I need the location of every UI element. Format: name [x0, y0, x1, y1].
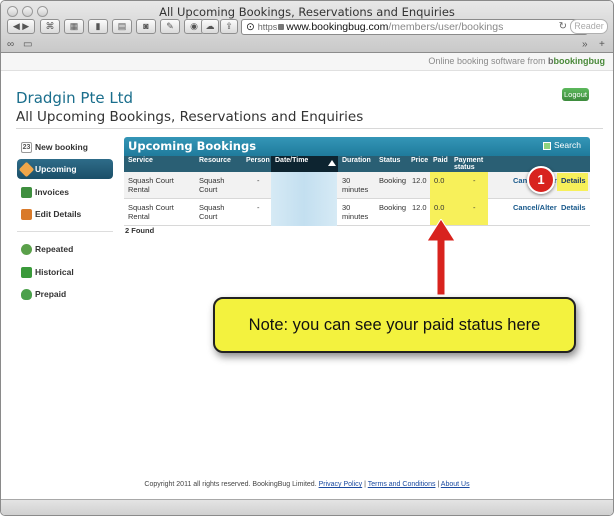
reading-list-icon[interactable]: ∞: [7, 39, 14, 50]
browser-window: All Upcoming Bookings, Reservations and …: [0, 0, 614, 516]
sidebar-item-label: Historical: [35, 267, 74, 277]
column-header-paid[interactable]: Paid: [433, 157, 448, 164]
search-icon: [543, 141, 551, 150]
privacy-policy-link[interactable]: Privacy Policy: [319, 481, 363, 488]
column-header-status[interactable]: Status: [379, 157, 400, 164]
callout-note: Note: you can see your paid status here: [213, 297, 576, 353]
cell-person: -: [257, 203, 260, 212]
sidebar-divider: [17, 231, 113, 232]
repeat-icon: [21, 244, 32, 256]
column-header-duration[interactable]: Duration: [342, 157, 371, 164]
panel-title: Upcoming Bookings: [128, 139, 257, 153]
cell-resource: Squash Court: [199, 176, 225, 194]
url-path: /members/user/bookings: [388, 21, 504, 33]
search-button[interactable]: Search: [543, 140, 581, 150]
about-us-link[interactable]: About Us: [441, 481, 470, 488]
tagline: Online booking software from: [428, 56, 546, 66]
screenshot-icon[interactable]: ◙: [136, 19, 156, 34]
history-icon: [21, 267, 32, 279]
cell-paid: 0.0: [434, 176, 445, 185]
redacted-datetime: [271, 172, 337, 199]
cell-payment-status: -: [473, 203, 476, 212]
company-name: Dradgin Pte Ltd: [16, 89, 134, 107]
results-count: 2 Found: [125, 226, 155, 235]
terms-link[interactable]: Terms and Conditions: [368, 481, 436, 488]
window-title: All Upcoming Bookings, Reservations and …: [159, 5, 455, 19]
bookmarks-icon[interactable]: ⌘: [40, 19, 60, 34]
redacted-datetime: [271, 199, 337, 226]
column-header-payment-status[interactable]: Payment status: [454, 157, 486, 171]
sidebar-item-historical[interactable]: Historical: [17, 262, 113, 282]
page-footer: Copyright 2011 all rights reserved. Book…: [144, 481, 470, 488]
column-header-price[interactable]: Price: [411, 157, 428, 164]
cancel-alter-link[interactable]: Cancel/Alter: [513, 203, 557, 212]
sort-ascending-icon: [328, 160, 336, 166]
page-title: All Upcoming Bookings, Reservations and …: [16, 109, 364, 125]
step-badge: 1: [527, 166, 555, 194]
column-header-datetime[interactable]: Date/Time: [275, 157, 308, 164]
cell-person: -: [257, 176, 260, 185]
column-header-person[interactable]: Person: [246, 157, 270, 164]
cell-payment-status: -: [473, 176, 476, 185]
invoice-icon: [21, 187, 32, 199]
browser-status-bar: [1, 499, 613, 515]
details-link[interactable]: Details: [561, 176, 586, 185]
sidebar-item-label: Invoices: [35, 187, 70, 197]
upcoming-icon: [18, 161, 35, 178]
cell-duration: 30 minutes: [342, 203, 369, 221]
sidebar-item-prepaid[interactable]: Prepaid: [17, 284, 113, 304]
back-forward-button[interactable]: ◀ ▶: [7, 19, 35, 34]
money-bag-icon: [21, 289, 32, 301]
copyright-text: Copyright 2011 all rights reserved. Book…: [144, 481, 317, 488]
history-grid-icon[interactable]: ▦: [64, 19, 84, 34]
sidebar-item-repeated[interactable]: Repeated: [17, 239, 113, 259]
cell-service: Squash Court Rental: [128, 203, 174, 221]
page-icon[interactable]: ▤: [112, 19, 132, 34]
cloud-icon[interactable]: ☁: [201, 19, 219, 34]
share-icon[interactable]: ⇪: [220, 19, 238, 34]
cell-price: 12.0: [412, 203, 427, 212]
book-icon[interactable]: ▭: [23, 39, 32, 50]
site-header: Online booking software from bbookingbug: [1, 53, 613, 71]
logout-button[interactable]: Logout: [562, 88, 589, 101]
sidebar-item-label: Upcoming: [35, 164, 77, 174]
sidebar-item-edit-details[interactable]: Edit Details: [17, 204, 113, 224]
sidebar-item-upcoming[interactable]: Upcoming: [17, 159, 113, 179]
browser-titlebar: All Upcoming Bookings, Reservations and …: [1, 1, 613, 53]
url-scheme: https: [257, 22, 278, 32]
sidebar-item-label: Prepaid: [35, 289, 67, 299]
sidebar-item-invoices[interactable]: Invoices: [17, 182, 113, 202]
lock-icon: [278, 24, 285, 30]
column-header-service[interactable]: Service: [128, 157, 153, 164]
cell-status: Booking: [379, 176, 407, 185]
bookingbug-logo[interactable]: bbookingbug: [548, 56, 605, 66]
cell-service: Squash Court Rental: [128, 176, 174, 194]
cell-duration: 30 minutes: [342, 176, 369, 194]
reload-icon[interactable]: ↻: [559, 21, 567, 32]
calendar-icon: 23: [21, 142, 32, 154]
url-host: www.bookingbug.com: [286, 21, 389, 33]
column-header-resource[interactable]: Resource: [199, 157, 231, 164]
tools-icon[interactable]: ✎: [160, 19, 180, 34]
address-bar[interactable]: ⊙ https www.bookingbug.com/members/user/b…: [241, 19, 588, 35]
reader-button[interactable]: Reader: [570, 19, 608, 34]
overflow-bookmarks-button[interactable]: »: [582, 39, 588, 50]
globe-icon: ⊙: [246, 21, 255, 33]
sidebar-item-new-booking[interactable]: 23 New booking: [17, 137, 113, 157]
edit-icon: [21, 209, 32, 221]
library-icon[interactable]: ▮: [88, 19, 108, 34]
cell-resource: Squash Court: [199, 203, 225, 221]
cell-status: Booking: [379, 203, 407, 212]
details-link[interactable]: Details: [561, 203, 586, 212]
cell-price: 12.0: [412, 176, 427, 185]
sidebar-item-label: Edit Details: [35, 209, 82, 219]
cell-paid: 0.0: [434, 203, 445, 212]
sidebar-item-label: New booking: [35, 142, 88, 152]
sidebar-item-label: Repeated: [35, 244, 74, 254]
red-arrow-icon: [426, 219, 456, 296]
new-tab-button[interactable]: +: [599, 39, 605, 50]
title-divider: [16, 128, 603, 129]
